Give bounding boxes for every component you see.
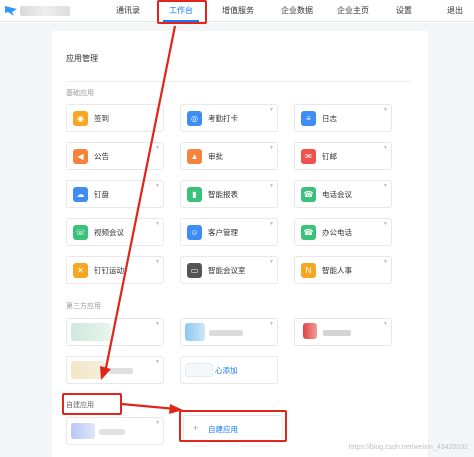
- dropdown-arrow-icon[interactable]: ▼: [269, 146, 274, 151]
- phone-icon: ☎: [301, 225, 316, 240]
- third-party-app-card[interactable]: 心添加: [180, 356, 278, 384]
- dropdown-arrow-icon[interactable]: ▼: [269, 322, 274, 327]
- dropdown-arrow-icon[interactable]: ▼: [383, 184, 388, 189]
- third-party-app-card[interactable]: ▼: [66, 318, 164, 346]
- video-icon: ☏: [73, 225, 88, 240]
- basic-app-label: 钉钉运动: [94, 266, 124, 275]
- dropdown-arrow-icon[interactable]: ▼: [155, 184, 160, 189]
- divider: [66, 81, 412, 82]
- section-basic-apps: 基础应用: [66, 90, 94, 97]
- third-party-app-card[interactable]: ▼: [180, 318, 278, 346]
- basic-app-card[interactable]: ☎ 电话会议 ▼: [294, 180, 392, 208]
- dropdown-arrow-icon[interactable]: ▼: [383, 222, 388, 227]
- basic-app-card[interactable]: ✕ 钉钉运动 ▼: [66, 256, 164, 284]
- phone-conf-icon: ☎: [301, 187, 316, 202]
- dingtalk-logo-icon: [5, 6, 17, 16]
- blurred-app-icon: [185, 363, 213, 377]
- blurred-app-label: [109, 368, 133, 374]
- dropdown-arrow-icon[interactable]: ▼: [269, 260, 274, 265]
- basic-app-label: 审批: [208, 152, 223, 161]
- basic-app-label: 电话会议: [322, 190, 352, 199]
- basic-app-card[interactable]: ☁ 钉盘 ▼: [66, 180, 164, 208]
- add-app-partial-label[interactable]: 心添加: [215, 365, 238, 376]
- nav-enterprise-home[interactable]: 企业主页: [330, 0, 376, 22]
- basic-app-label: 智能人事: [322, 266, 352, 275]
- hr-icon: N: [301, 263, 316, 278]
- basic-app-card[interactable]: ◎ 考勤打卡 ▼: [180, 104, 278, 132]
- basic-app-card[interactable]: ☏ 视频会议 ▼: [66, 218, 164, 246]
- basic-app-label: 智能报表: [208, 190, 238, 199]
- basic-app-label: 视频会议: [94, 228, 124, 237]
- nav-value-added[interactable]: 增值服务: [215, 0, 261, 22]
- top-nav: 通讯录 工作台 增值服务 企业数据 企业主页 设置 退出: [0, 0, 474, 22]
- dropdown-arrow-icon[interactable]: ▼: [155, 360, 160, 365]
- chart-icon: ▮: [187, 187, 202, 202]
- dropdown-arrow-icon[interactable]: ▼: [155, 108, 160, 113]
- self-built-app-card[interactable]: ▼: [66, 417, 164, 445]
- screen-icon: ▭: [187, 263, 202, 278]
- basic-app-card[interactable]: ◉ 签到 ▼: [66, 104, 164, 132]
- dropdown-arrow-icon[interactable]: ▼: [269, 108, 274, 113]
- mail-icon: ✉: [301, 149, 316, 164]
- blurred-app-label: [323, 330, 351, 336]
- dropdown-arrow-icon[interactable]: ▼: [383, 260, 388, 265]
- blurred-app-icon: [71, 323, 111, 341]
- dropdown-arrow-icon[interactable]: ▼: [155, 421, 160, 426]
- dropdown-arrow-icon[interactable]: ▼: [383, 146, 388, 151]
- run-icon: ✕: [73, 263, 88, 278]
- dropdown-arrow-icon[interactable]: ▼: [155, 322, 160, 327]
- blurred-app-icon: [185, 323, 205, 341]
- pin-icon: ◎: [187, 111, 202, 126]
- megaphone-icon: ◀: [73, 149, 88, 164]
- basic-app-label: 钉邮: [322, 152, 337, 161]
- basic-app-card[interactable]: ▭ 智能会议室 ▼: [180, 256, 278, 284]
- dropdown-arrow-icon[interactable]: ▼: [383, 108, 388, 113]
- org-name-blurred: [20, 6, 70, 16]
- dropdown-arrow-icon[interactable]: ▼: [155, 222, 160, 227]
- basic-app-card[interactable]: ☺ 客户管理 ▼: [180, 218, 278, 246]
- basic-app-card[interactable]: ✉ 钉邮 ▼: [294, 142, 392, 170]
- annotation-box-self-built-section: [62, 393, 122, 415]
- panel-title: 应用管理: [66, 54, 98, 63]
- basic-app-card[interactable]: ▲ 审批 ▼: [180, 142, 278, 170]
- dropdown-arrow-icon[interactable]: ▼: [269, 222, 274, 227]
- basic-app-card[interactable]: ◀ 公告 ▼: [66, 142, 164, 170]
- basic-app-card[interactable]: ☎ 办公电话 ▼: [294, 218, 392, 246]
- location-icon: ◉: [73, 111, 88, 126]
- dropdown-arrow-icon[interactable]: ▼: [269, 184, 274, 189]
- blurred-app-label: [99, 429, 125, 435]
- blurred-app-icon: [303, 323, 317, 339]
- watermark: https://blog.csdn.net/weixin_43420032: [348, 444, 468, 451]
- dropdown-arrow-icon[interactable]: ▼: [383, 322, 388, 327]
- basic-app-label: 公告: [94, 152, 109, 161]
- third-party-app-card[interactable]: ▼: [294, 318, 392, 346]
- nav-contacts[interactable]: 通讯录: [108, 0, 148, 22]
- annotation-box-workbench: [157, 0, 207, 24]
- third-party-app-card[interactable]: ▼: [66, 356, 164, 384]
- basic-app-label: 考勤打卡: [208, 114, 238, 123]
- basic-app-label: 办公电话: [322, 228, 352, 237]
- basic-app-label: 客户管理: [208, 228, 238, 237]
- nav-settings[interactable]: 设置: [390, 0, 418, 22]
- doc-icon: ≡: [301, 111, 316, 126]
- dropdown-arrow-icon[interactable]: ▼: [155, 146, 160, 151]
- annotation-box-create-self-built-app: [179, 410, 287, 442]
- basic-app-card[interactable]: ≡ 日志 ▼: [294, 104, 392, 132]
- nav-logout[interactable]: 退出: [440, 0, 470, 22]
- basic-app-label: 智能会议室: [208, 266, 246, 275]
- blurred-app-label: [209, 330, 243, 336]
- stamp-icon: ▲: [187, 149, 202, 164]
- basic-app-card[interactable]: N 智能人事 ▼: [294, 256, 392, 284]
- blurred-app-icon: [71, 361, 105, 379]
- nav-enterprise-data[interactable]: 企业数据: [274, 0, 320, 22]
- customer-icon: ☺: [187, 225, 202, 240]
- basic-app-label: 日志: [322, 114, 337, 123]
- section-third-party-apps: 第三方应用: [66, 303, 101, 310]
- cloud-icon: ☁: [73, 187, 88, 202]
- basic-app-label: 钉盘: [94, 190, 109, 199]
- basic-app-label: 签到: [94, 114, 109, 123]
- dropdown-arrow-icon[interactable]: ▼: [155, 260, 160, 265]
- basic-app-card[interactable]: ▮ 智能报表 ▼: [180, 180, 278, 208]
- blurred-app-icon: [71, 423, 95, 439]
